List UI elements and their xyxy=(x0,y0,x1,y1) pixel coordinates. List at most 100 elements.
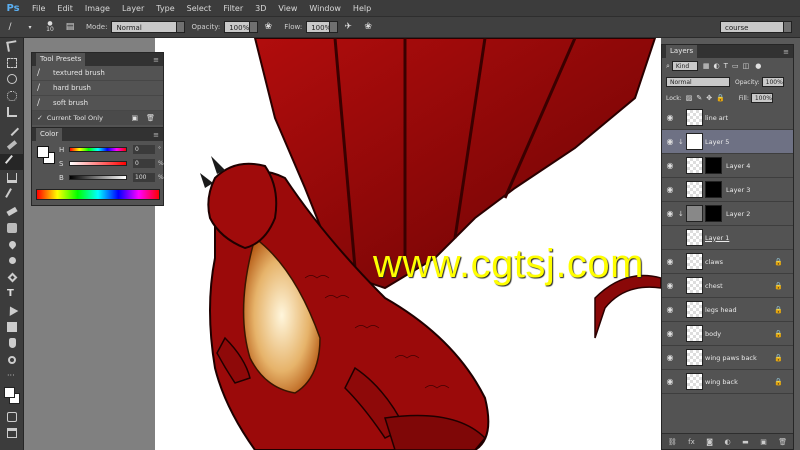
adjustment-layer-icon[interactable]: ◐ xyxy=(724,438,730,446)
layer-row-layer-2[interactable]: ◉ ↓ Layer 2 xyxy=(662,202,793,226)
pixel-filter-icon[interactable]: ▦ xyxy=(703,62,710,70)
lock-image-icon[interactable]: ✎ xyxy=(696,94,702,102)
menu-edit[interactable]: Edit xyxy=(51,4,79,13)
preset-item-soft-brush[interactable]: ∕ soft brush xyxy=(32,96,163,111)
pressure-opacity-icon[interactable]: ❀ xyxy=(261,20,275,34)
eye-icon[interactable]: ◉ xyxy=(662,209,678,218)
menu-view[interactable]: View xyxy=(272,4,303,13)
kind-filter-select[interactable]: Kind xyxy=(671,61,698,71)
tool-presets-tab[interactable]: Tool Presets xyxy=(36,53,86,66)
eye-icon[interactable]: ◉ xyxy=(662,137,678,146)
blend-mode-select[interactable]: Normal xyxy=(666,77,730,87)
eye-icon[interactable]: ◉ xyxy=(662,377,678,386)
preset-item-textured-brush[interactable]: ∕ textured brush xyxy=(32,66,163,81)
layer-row-wing-back[interactable]: ◉ wing back 🔒 xyxy=(662,370,793,394)
pen-tool[interactable] xyxy=(0,269,24,286)
layer-row-layer-3[interactable]: ◉ Layer 3 xyxy=(662,178,793,202)
menu-file[interactable]: File xyxy=(26,4,51,13)
layer-row-wing-paws-back[interactable]: ◉ wing paws back 🔒 xyxy=(662,346,793,370)
path-select-tool[interactable] xyxy=(0,302,24,319)
saturation-slider-row[interactable]: S 0 % xyxy=(59,159,164,168)
document-canvas[interactable]: www.cgtsj.com xyxy=(155,38,661,450)
eye-icon[interactable]: ◉ xyxy=(662,113,678,122)
blur-tool[interactable] xyxy=(0,236,24,253)
filter-toggle-icon[interactable]: ● xyxy=(755,62,761,70)
trash-icon[interactable]: 🗑 xyxy=(778,438,787,446)
menu-image[interactable]: Image xyxy=(79,4,116,13)
layer-row-claws[interactable]: ◉ claws 🔒 xyxy=(662,250,793,274)
layer-mask-thumbnail[interactable] xyxy=(705,181,722,198)
layer-row-line-art[interactable]: ◉ line art xyxy=(662,106,793,130)
type-filter-icon[interactable]: T xyxy=(724,62,728,70)
zoom-tool[interactable] xyxy=(0,352,24,369)
layer-mask-thumbnail[interactable] xyxy=(705,205,722,222)
checkbox-checked-icon[interactable]: ✓ xyxy=(37,114,43,122)
dodge-tool[interactable] xyxy=(0,253,24,270)
airbrush-icon[interactable]: ✈ xyxy=(341,20,355,34)
smart-filter-icon[interactable]: ◫ xyxy=(743,62,750,70)
more-tools[interactable]: ··· xyxy=(0,368,24,385)
crop-tool[interactable] xyxy=(0,104,24,121)
quick-select-tool[interactable] xyxy=(0,88,24,105)
eraser-tool[interactable] xyxy=(0,203,24,220)
healing-tool[interactable] xyxy=(0,137,24,154)
menu-3d[interactable]: 3D xyxy=(249,4,272,13)
eye-icon[interactable]: ◉ xyxy=(662,305,678,314)
menu-layer[interactable]: Layer xyxy=(116,4,150,13)
color-spectrum-ramp[interactable] xyxy=(36,189,160,200)
eye-icon[interactable]: ◉ xyxy=(662,353,678,362)
shape-filter-icon[interactable]: ▭ xyxy=(732,62,739,70)
color-tab[interactable]: Color xyxy=(36,128,63,141)
saturation-value[interactable]: 0 xyxy=(133,159,155,168)
adjustment-filter-icon[interactable]: ◐ xyxy=(714,62,720,70)
marquee-tool[interactable] xyxy=(0,55,24,72)
add-mask-icon[interactable]: ◙ xyxy=(706,438,713,446)
color-swatches[interactable] xyxy=(0,385,24,409)
hand-tool[interactable] xyxy=(0,335,24,352)
eye-icon[interactable]: ◉ xyxy=(662,281,678,290)
type-tool[interactable]: T xyxy=(0,286,24,303)
opacity-dropdown-arrow[interactable] xyxy=(250,21,259,33)
panel-menu-icon[interactable]: ≡ xyxy=(783,48,789,56)
menu-select[interactable]: Select xyxy=(181,4,218,13)
chevron-down-icon[interactable]: ▾ xyxy=(23,20,37,34)
brush-tool[interactable] xyxy=(0,153,24,170)
layer-row-legs-head[interactable]: ◉ legs head 🔒 xyxy=(662,298,793,322)
fill-field[interactable]: 100% xyxy=(750,93,773,103)
brush-panel-toggle-icon[interactable]: ▤ xyxy=(63,20,77,34)
layer-row-layer-1[interactable]: Layer 1 xyxy=(662,226,793,250)
layer-mask-thumbnail[interactable] xyxy=(705,157,722,174)
quick-mask-button[interactable] xyxy=(0,409,24,426)
opacity-field[interactable]: 100% xyxy=(224,21,251,33)
link-layers-icon[interactable]: ⛓ xyxy=(668,438,677,446)
workspace-dropdown-arrow[interactable] xyxy=(784,21,792,33)
brightness-slider[interactable] xyxy=(69,175,127,180)
new-group-icon[interactable]: ▬ xyxy=(742,438,749,446)
layers-tab[interactable]: Layers xyxy=(666,45,698,58)
lock-position-icon[interactable]: ✥ xyxy=(706,94,712,102)
hue-slider-row[interactable]: H 0 ° xyxy=(59,145,161,154)
eye-icon[interactable]: ◉ xyxy=(662,257,678,266)
history-brush-tool[interactable] xyxy=(0,187,24,204)
hue-value[interactable]: 0 xyxy=(133,145,155,154)
mode-dropdown-arrow[interactable] xyxy=(177,21,186,33)
preset-item-hard-brush[interactable]: ∕ hard brush xyxy=(32,81,163,96)
brightness-value[interactable]: 100 xyxy=(133,173,155,182)
flow-field[interactable]: 100% xyxy=(306,21,331,33)
hue-slider[interactable] xyxy=(69,147,127,152)
eye-icon[interactable]: ◉ xyxy=(662,329,678,338)
brightness-slider-row[interactable]: B 100 % xyxy=(59,173,164,182)
brush-size-icon[interactable]: ● 10 xyxy=(43,20,57,34)
workspace-select[interactable]: course xyxy=(720,21,784,33)
layer-row-body[interactable]: ◉ body 🔒 xyxy=(662,322,793,346)
layer-opacity-field[interactable]: 100% xyxy=(761,77,784,87)
menu-window[interactable]: Window xyxy=(303,4,347,13)
lock-transparent-icon[interactable]: ▨ xyxy=(686,94,693,102)
mode-select[interactable]: Normal xyxy=(111,21,178,33)
foreground-swatch[interactable] xyxy=(37,146,49,158)
pressure-size-icon[interactable]: ❀ xyxy=(361,20,375,34)
gradient-tool[interactable] xyxy=(0,220,24,237)
new-layer-icon[interactable]: ▣ xyxy=(760,438,767,446)
menu-filter[interactable]: Filter xyxy=(217,4,249,13)
move-tool[interactable] xyxy=(0,38,24,55)
